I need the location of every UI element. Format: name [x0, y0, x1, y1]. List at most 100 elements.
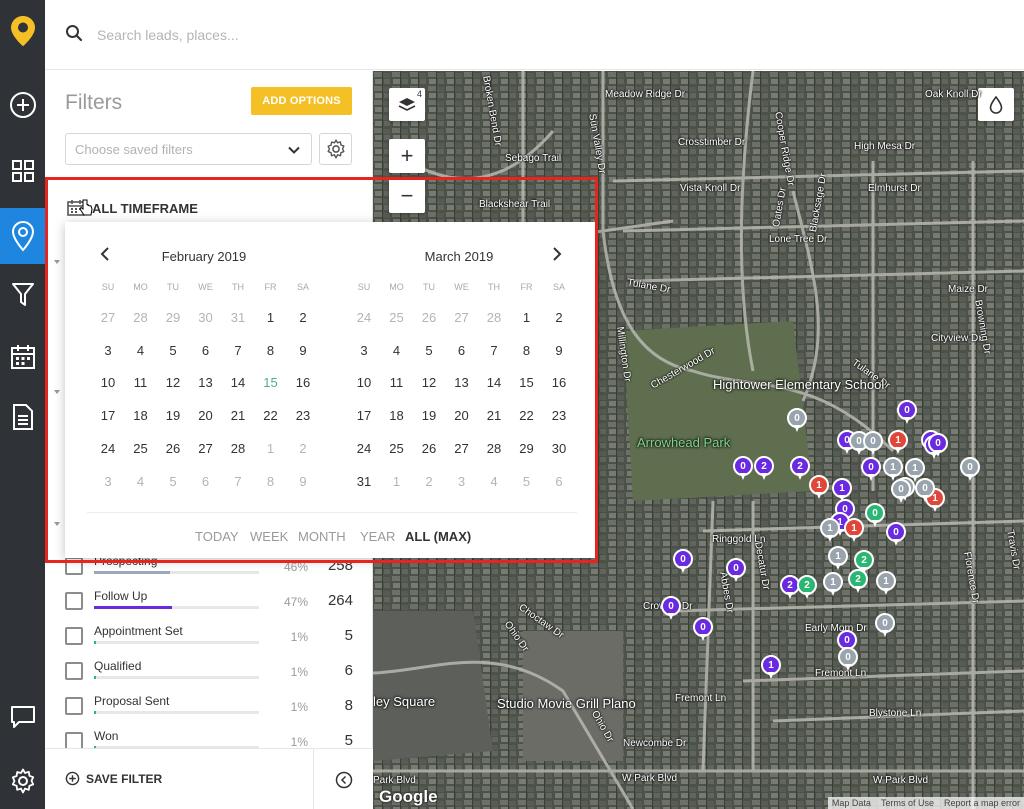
heatmap-toggle-button[interactable]	[978, 88, 1014, 121]
rail-calendar[interactable]	[0, 334, 45, 380]
calendar-day[interactable]: 5	[160, 343, 186, 358]
save-filter-button[interactable]: SAVE FILTER	[65, 771, 162, 786]
poi-studio-movie-grill[interactable]: Studio Movie Grill Plano	[497, 696, 636, 711]
rail-chat[interactable]	[0, 694, 45, 740]
calendar-day[interactable]: 9	[546, 343, 572, 358]
calendar-day[interactable]: 1	[258, 310, 284, 325]
calendar-day[interactable]: 27	[95, 310, 121, 325]
calendar-day[interactable]: 12	[160, 375, 186, 390]
calendar-day[interactable]: 18	[128, 408, 154, 423]
calendar-day[interactable]: 2	[546, 310, 572, 325]
lead-pin[interactable]: 0	[915, 478, 935, 504]
lead-pin[interactable]: 0	[863, 431, 883, 457]
range-week[interactable]: WEEK	[250, 529, 288, 544]
lead-pin[interactable]: 0	[861, 457, 881, 483]
section-caret-icon[interactable]	[54, 260, 60, 264]
calendar-day[interactable]: 28	[481, 310, 507, 325]
calendar-day[interactable]: 31	[351, 474, 377, 489]
lead-pin[interactable]: 1	[809, 475, 829, 501]
lead-pin[interactable]: 0	[865, 503, 885, 529]
calendar-day[interactable]: 7	[225, 474, 251, 489]
calendar-day[interactable]: 16	[290, 375, 316, 390]
calendar-day[interactable]: 12	[416, 375, 442, 390]
status-row-qualified[interactable]: Qualified 1% 6	[65, 659, 365, 687]
calendar-day[interactable]: 4	[128, 343, 154, 358]
calendar-day[interactable]: 23	[546, 408, 572, 423]
lead-pin[interactable]: 2	[797, 575, 817, 601]
lead-pin[interactable]: 1	[823, 572, 843, 598]
calendar-day[interactable]: 22	[514, 408, 540, 423]
calendar-day[interactable]: 6	[193, 474, 219, 489]
lead-pin[interactable]: 1	[844, 518, 864, 544]
lead-pin[interactable]: 0	[838, 647, 858, 673]
prev-month-button[interactable]	[99, 247, 111, 261]
range-all-max[interactable]: ALL (MAX)	[405, 529, 471, 544]
section-caret-icon[interactable]	[54, 390, 60, 394]
calendar-day[interactable]: 4	[481, 474, 507, 489]
rail-documents[interactable]	[0, 394, 45, 440]
calendar-day[interactable]: 6	[449, 343, 475, 358]
calendar-day[interactable]: 16	[546, 375, 572, 390]
lead-pin[interactable]: 0	[693, 617, 713, 643]
poi-hightower-school[interactable]: Hightower Elementary School	[713, 377, 884, 392]
calendar-day[interactable]: 2	[290, 441, 316, 456]
calendar-day[interactable]: 31	[225, 310, 251, 325]
calendar-day[interactable]: 20	[193, 408, 219, 423]
calendar-day[interactable]: 10	[95, 375, 121, 390]
calendar-day[interactable]: 8	[258, 343, 284, 358]
calendar-day[interactable]: 9	[290, 343, 316, 358]
rail-settings[interactable]	[0, 758, 45, 804]
lead-pin[interactable]: 0	[787, 408, 807, 434]
calendar-day[interactable]: 20	[449, 408, 475, 423]
calendar-day[interactable]: 4	[384, 343, 410, 358]
lead-pin[interactable]: 1	[828, 546, 848, 572]
calendar-day[interactable]: 19	[416, 408, 442, 423]
lead-pin[interactable]: 0	[960, 457, 980, 483]
calendar-day[interactable]: 21	[481, 408, 507, 423]
calendar-day[interactable]: 22	[258, 408, 284, 423]
map-data-link[interactable]: Map Data	[832, 798, 871, 808]
calendar-day[interactable]: 5	[416, 343, 442, 358]
status-checkbox[interactable]	[65, 662, 83, 680]
calendar-day[interactable]: 26	[160, 441, 186, 456]
calendar-day[interactable]: 29	[160, 310, 186, 325]
calendar-day[interactable]: 10	[351, 375, 377, 390]
timeframe-label[interactable]: ALL TIMEFRAME	[92, 201, 198, 216]
calendar-day[interactable]: 7	[225, 343, 251, 358]
lead-pin[interactable]: 0	[928, 433, 948, 459]
calendar-day[interactable]: 2	[416, 474, 442, 489]
lead-pin[interactable]: 2	[848, 569, 868, 595]
lead-pin[interactable]: 0	[726, 558, 746, 584]
lead-pin[interactable]: 0	[661, 596, 681, 622]
calendar-day[interactable]: 27	[449, 310, 475, 325]
calendar-day[interactable]: 14	[225, 375, 251, 390]
calendar-day[interactable]: 21	[225, 408, 251, 423]
calendar-day[interactable]: 2	[290, 310, 316, 325]
calendar-day[interactable]: 26	[416, 310, 442, 325]
calendar-day[interactable]: 18	[384, 408, 410, 423]
calendar-day[interactable]: 3	[449, 474, 475, 489]
status-row-follow-up[interactable]: Follow Up 47% 264	[65, 589, 365, 617]
lead-pin[interactable]: 1	[888, 430, 908, 456]
saved-filters-settings-button[interactable]	[319, 133, 352, 165]
calendar-day[interactable]: 30	[546, 441, 572, 456]
calendar-day[interactable]: 30	[193, 310, 219, 325]
calendar-day[interactable]: 17	[351, 408, 377, 423]
rail-map[interactable]	[0, 208, 45, 264]
poi-arrowhead-park[interactable]: Arrowhead Park	[637, 435, 730, 450]
section-caret-icon[interactable]	[54, 522, 60, 526]
status-row-prospecting[interactable]: Prospecting 46% 258	[65, 554, 365, 582]
calendar-day[interactable]: 28	[225, 441, 251, 456]
calendar-day[interactable]: 25	[384, 441, 410, 456]
calendar-day[interactable]: 24	[351, 310, 377, 325]
status-checkbox[interactable]	[65, 592, 83, 610]
lead-pin[interactable]: 0	[891, 479, 911, 505]
calendar-day[interactable]: 1	[514, 310, 540, 325]
calendar-day[interactable]: 28	[481, 441, 507, 456]
calendar-day[interactable]: 14	[481, 375, 507, 390]
range-today[interactable]: TODAY	[195, 529, 239, 544]
calendar-day[interactable]: 13	[449, 375, 475, 390]
add-options-button[interactable]: ADD OPTIONS	[251, 87, 352, 115]
calendar-day[interactable]: 9	[290, 474, 316, 489]
calendar-day[interactable]: 27	[449, 441, 475, 456]
